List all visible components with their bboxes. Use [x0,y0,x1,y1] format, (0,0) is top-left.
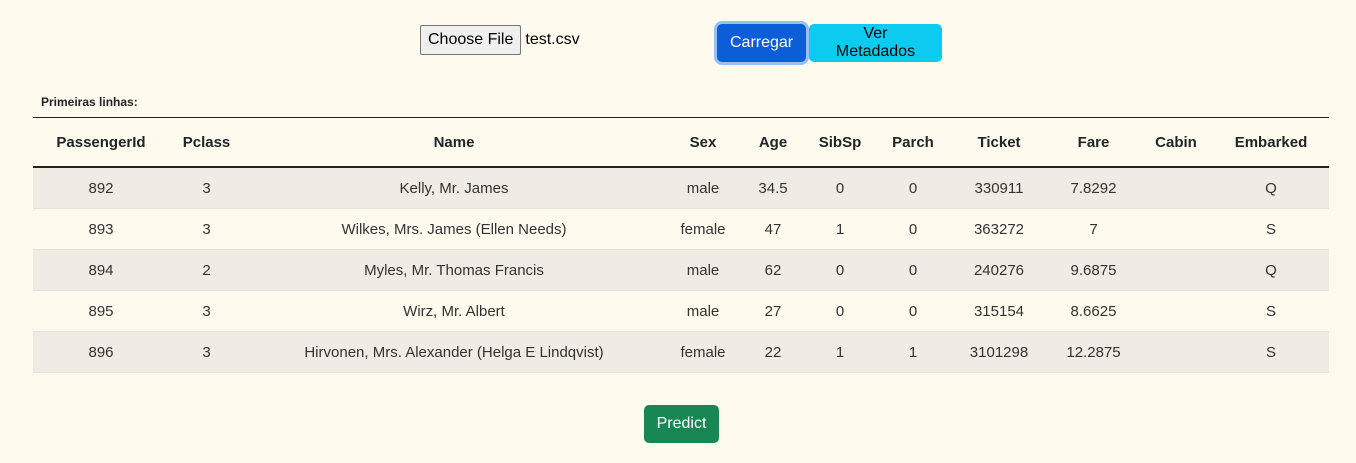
cell-sex: male [664,167,742,209]
cell-age: 62 [742,249,804,291]
cell-sex: female [664,208,742,250]
cell-age: 27 [742,290,804,332]
cell-passengerid: 894 [33,249,169,291]
column-header-ticket: Ticket [977,133,1021,151]
cell-sibsp: 1 [804,331,876,373]
cell-pclass: 3 [169,208,244,250]
cell-embarked: S [1213,208,1329,250]
table-body: 892 3 Kelly, Mr. James male 34.5 0 0 330911 7.82… [33,167,1329,373]
cell-name: Kelly, Mr. James [244,167,664,209]
cell-fare: 12.2875 [1048,331,1139,373]
cell-age: 22 [742,331,804,373]
cell-embarked: Q [1213,249,1329,291]
cell-passengerid: 892 [33,167,169,209]
ver-metadados-button[interactable]: Ver Metadados [809,24,942,62]
cell-name: Hirvonen, Mrs. Alexander (Helga E Lindqv… [244,331,664,373]
cell-sex: female [664,331,742,373]
cell-ticket: 330911 [950,167,1048,209]
table-row: 896 3 Hirvonen, Mrs. Alexander (Helga E Li… [33,331,1329,373]
cell-embarked: S [1213,290,1329,332]
cell-name: Myles, Mr. Thomas Francis [244,249,664,291]
column-header-age: Age [758,133,788,151]
cell-passengerid: 893 [33,208,169,250]
column-header-passengerid: PassengerId [56,133,146,151]
cell-ticket: 363272 [950,208,1048,250]
column-header-embarked: Embarked [1234,133,1308,151]
cell-fare: 8.6625 [1048,290,1139,332]
cell-age: 34.5 [742,167,804,209]
cell-cabin [1139,331,1213,373]
cell-sex: male [664,290,742,332]
cell-parch: 0 [876,249,950,291]
predict-button[interactable]: Predict [644,405,719,443]
column-header-fare: Fare [1077,133,1110,151]
selected-file-name: test.csv [525,31,580,48]
column-header-sex: Sex [689,133,717,151]
table-row: 894 2 Myles, Mr. Thomas Francis male 62 0 0 240… [33,249,1329,291]
column-header-pclass: Pclass [182,133,231,151]
cell-sibsp: 0 [804,167,876,209]
cell-embarked: Q [1213,167,1329,209]
preview-table-container: PassengerId Pclass Name Sex Age SibSp Parch Tic… [33,117,1329,373]
cell-ticket: 240276 [950,249,1048,291]
choose-file-button[interactable]: Choose File [420,25,522,55]
file-upload: Choose File test.csv [420,25,580,55]
cell-sibsp: 0 [804,290,876,332]
cell-ticket: 3101298 [950,331,1048,373]
cell-cabin [1139,290,1213,332]
cell-cabin [1139,167,1213,209]
column-header-name: Name [433,133,475,151]
table-row: 892 3 Kelly, Mr. James male 34.5 0 0 330911 7.82… [33,167,1329,209]
table-header-row: PassengerId Pclass Name Sex Age SibSp Parch Tic… [33,117,1329,167]
column-header-parch: Parch [892,133,934,151]
cell-ticket: 315154 [950,290,1048,332]
carregar-button[interactable]: Carregar [717,24,806,62]
preview-table: PassengerId Pclass Name Sex Age SibSp Parch Tic… [33,117,1329,373]
cell-fare: 9.6875 [1048,249,1139,291]
cell-sibsp: 1 [804,208,876,250]
cell-pclass: 2 [169,249,244,291]
cell-cabin [1139,208,1213,250]
table-row: 893 3 Wilkes, Mrs. James (Ellen Needs) fema… [33,208,1329,250]
cell-pclass: 3 [169,290,244,332]
table-row: 895 3 Wirz, Mr. Albert male 27 0 0 315154 8.6625… [33,290,1329,332]
cell-passengerid: 896 [33,331,169,373]
cell-pclass: 3 [169,167,244,209]
cell-parch: 1 [876,331,950,373]
cell-fare: 7.8292 [1048,167,1139,209]
cell-passengerid: 895 [33,290,169,332]
cell-name: Wirz, Mr. Albert [244,290,664,332]
cell-sibsp: 0 [804,249,876,291]
column-header-sibsp: SibSp [818,133,862,151]
cell-embarked: S [1213,331,1329,373]
cell-fare: 7 [1048,208,1139,250]
cell-parch: 0 [876,208,950,250]
cell-name: Wilkes, Mrs. James (Ellen Needs) [244,208,664,250]
cell-cabin [1139,249,1213,291]
cell-parch: 0 [876,290,950,332]
cell-pclass: 3 [169,331,244,373]
column-header-cabin: Cabin [1155,133,1197,151]
cell-sex: male [664,249,742,291]
cell-age: 47 [742,208,804,250]
table-caption: Primeiras linhas: [41,95,138,109]
cell-parch: 0 [876,167,950,209]
